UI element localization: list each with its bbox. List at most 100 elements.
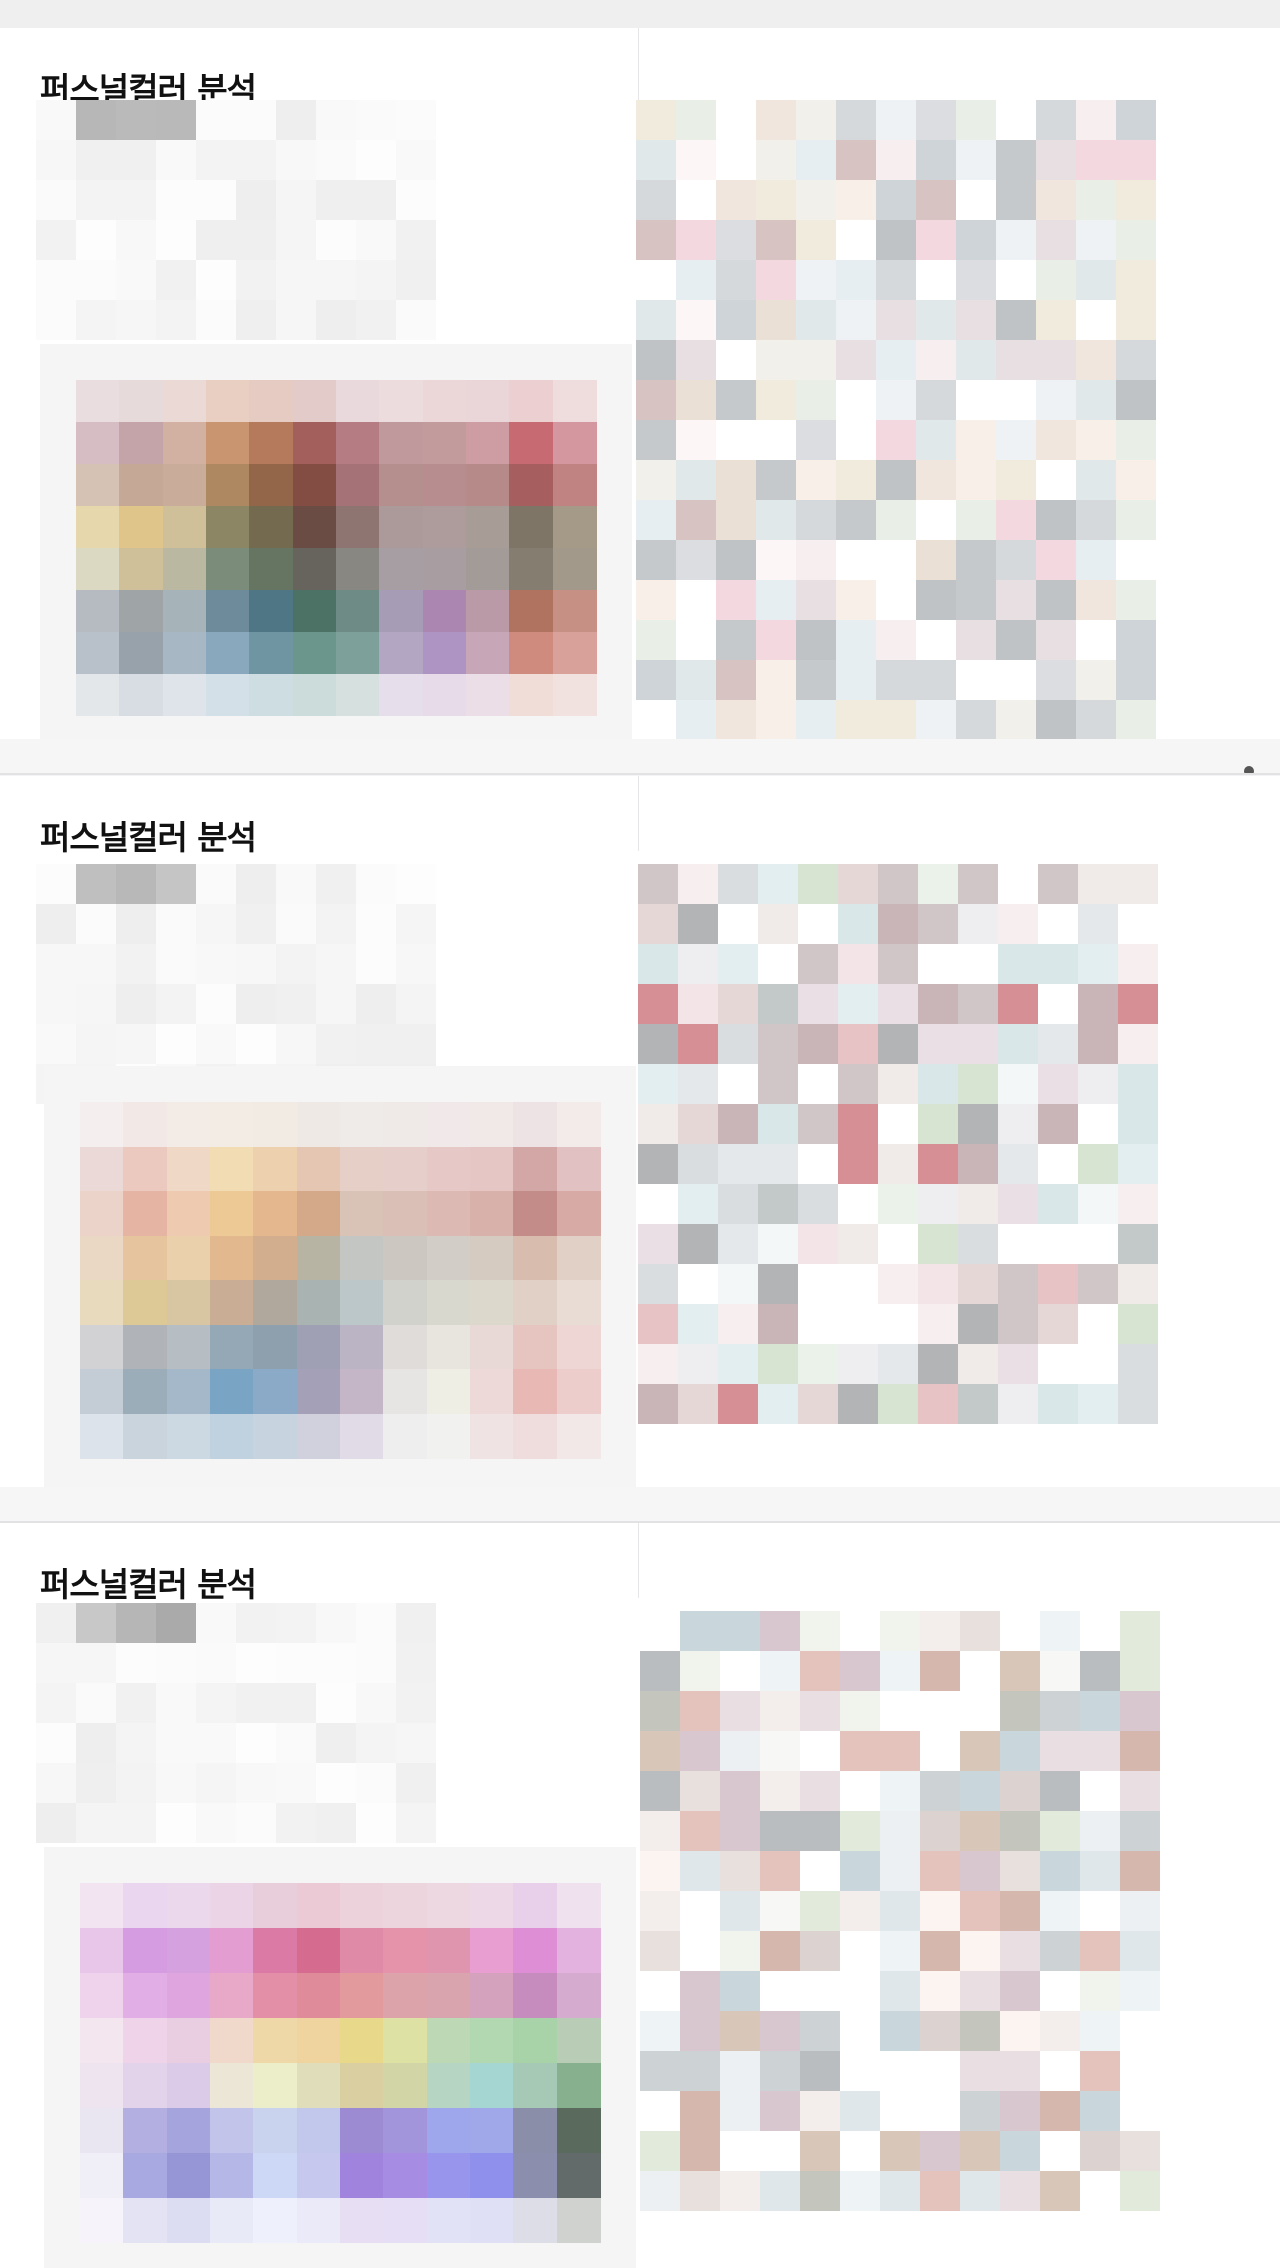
photo-mosaic-tile <box>1116 500 1156 540</box>
palette-swatch <box>297 2018 341 2063</box>
photo-mosaic-tile <box>796 180 836 220</box>
photo-mosaic-tile <box>758 1264 798 1304</box>
analysis-card-3[interactable]: 퍼스널컬러 분석 <box>0 1523 1280 2268</box>
palette-swatch <box>379 422 423 464</box>
blurred-text-block <box>76 1603 116 1643</box>
photo-mosaic-tile <box>876 700 916 740</box>
photo-mosaic-tile <box>876 100 916 140</box>
photo-mosaic-tile <box>1116 620 1156 660</box>
photo-mosaic-tile <box>720 2091 760 2131</box>
photo-mosaic-tile <box>1078 1304 1118 1344</box>
palette-swatch <box>427 1147 471 1192</box>
blurred-text-block <box>356 140 396 180</box>
photo-mosaic-tile <box>958 984 998 1024</box>
palette-swatch <box>427 1102 471 1147</box>
blurred-text-block <box>116 1064 156 1104</box>
photo-mosaic-tile <box>996 620 1036 660</box>
palette-swatch <box>513 1280 557 1325</box>
blurred-text-block <box>156 1024 196 1064</box>
photo-mosaic-tile <box>1076 660 1116 700</box>
palette-swatch <box>336 590 380 632</box>
palette-swatch <box>509 632 553 674</box>
palette-swatch <box>427 1369 471 1414</box>
palette-swatch <box>76 464 120 506</box>
blurred-text-block <box>396 220 436 260</box>
photo-mosaic-tile <box>840 1611 880 1651</box>
photo-mosaic-tile <box>960 1651 1000 1691</box>
analysis-card-1[interactable]: 퍼스널컬러 분석 <box>0 28 1280 775</box>
photo-mosaic-tile <box>796 260 836 300</box>
analysis-card-2[interactable]: 퍼스널컬러 분석 <box>0 776 1280 1523</box>
palette-swatch <box>167 1369 211 1414</box>
photo-mosaic-tile <box>760 2171 800 2211</box>
photo-mosaic-tile <box>638 1384 678 1424</box>
blurred-text-block <box>236 1603 276 1643</box>
palette-swatch <box>423 590 467 632</box>
photo-mosaic-tile <box>1000 1931 1040 1971</box>
blurred-text-block <box>316 260 356 300</box>
photo-mosaic-tile <box>760 1651 800 1691</box>
photo-mosaic-tile <box>996 540 1036 580</box>
blurred-text-block <box>236 1803 276 1843</box>
photo-mosaic-tile <box>998 1104 1038 1144</box>
photo-mosaic-tile <box>1080 2051 1120 2091</box>
photo-mosaic-tile <box>1118 1144 1158 1184</box>
blurred-text-block <box>76 300 116 340</box>
palette-swatch <box>119 632 163 674</box>
photo-mosaic-tile <box>1038 1144 1078 1184</box>
photo-mosaic-tile <box>838 1104 878 1144</box>
carousel-indicator-icon[interactable] <box>1244 766 1254 773</box>
palette-swatch <box>466 548 510 590</box>
palette-swatch <box>167 1973 211 2018</box>
photo-mosaic-tile <box>1076 100 1116 140</box>
blurred-text-block <box>276 180 316 220</box>
palette-swatch <box>383 1102 427 1147</box>
palette-swatch <box>553 548 597 590</box>
blurred-text-block <box>156 300 196 340</box>
photo-mosaic-tile <box>836 340 876 380</box>
blurred-text-block <box>236 260 276 300</box>
photo-mosaic-tile <box>880 2171 920 2211</box>
palette-swatch <box>253 1102 297 1147</box>
photo-mosaic-tile <box>676 300 716 340</box>
photo-mosaic-tile <box>878 864 918 904</box>
photo-mosaic-tile <box>996 180 1036 220</box>
palette-swatch <box>210 2108 254 2153</box>
palette-swatch <box>557 2153 601 2198</box>
photo-mosaic-tile <box>1120 1731 1160 1771</box>
photo-mosaic-tile <box>878 1064 918 1104</box>
palette-swatch <box>253 2108 297 2153</box>
photo-mosaic-tile <box>796 380 836 420</box>
photo-mosaic-tile <box>640 1771 680 1811</box>
palette-swatch <box>80 1325 124 1370</box>
photo-mosaic-tile <box>1080 1811 1120 1851</box>
photo-mosaic-tile <box>636 140 676 180</box>
palette-swatch <box>80 1973 124 2018</box>
photo-mosaic-tile <box>880 1731 920 1771</box>
photo-mosaic-tile <box>1076 140 1116 180</box>
palette-swatch <box>340 2108 384 2153</box>
blurred-text-block <box>356 1763 396 1803</box>
blurred-text-block <box>236 300 276 340</box>
photo-mosaic-tile <box>756 140 796 180</box>
blurred-text-block <box>236 944 276 984</box>
blurred-text-block <box>356 1064 396 1104</box>
photo-mosaic-tile <box>798 1264 838 1304</box>
photo-mosaic-tile <box>636 420 676 460</box>
photo-mosaic-tile <box>1116 340 1156 380</box>
palette-swatch <box>470 1928 514 1973</box>
palette-swatch <box>340 2153 384 2198</box>
blurred-text-block <box>76 220 116 260</box>
blurred-text-block <box>276 864 316 904</box>
palette-swatch <box>340 1280 384 1325</box>
photo-mosaic-tile <box>680 1731 720 1771</box>
palette-swatch <box>383 2018 427 2063</box>
palette-swatch <box>383 1280 427 1325</box>
palette-swatch <box>167 1102 211 1147</box>
palette-swatch <box>427 1191 471 1236</box>
palette-swatch <box>379 380 423 422</box>
photo-mosaic-tile <box>756 580 796 620</box>
palette-swatch <box>553 464 597 506</box>
photo-mosaic-tile <box>1000 2171 1040 2211</box>
photo-mosaic-tile <box>880 1611 920 1651</box>
